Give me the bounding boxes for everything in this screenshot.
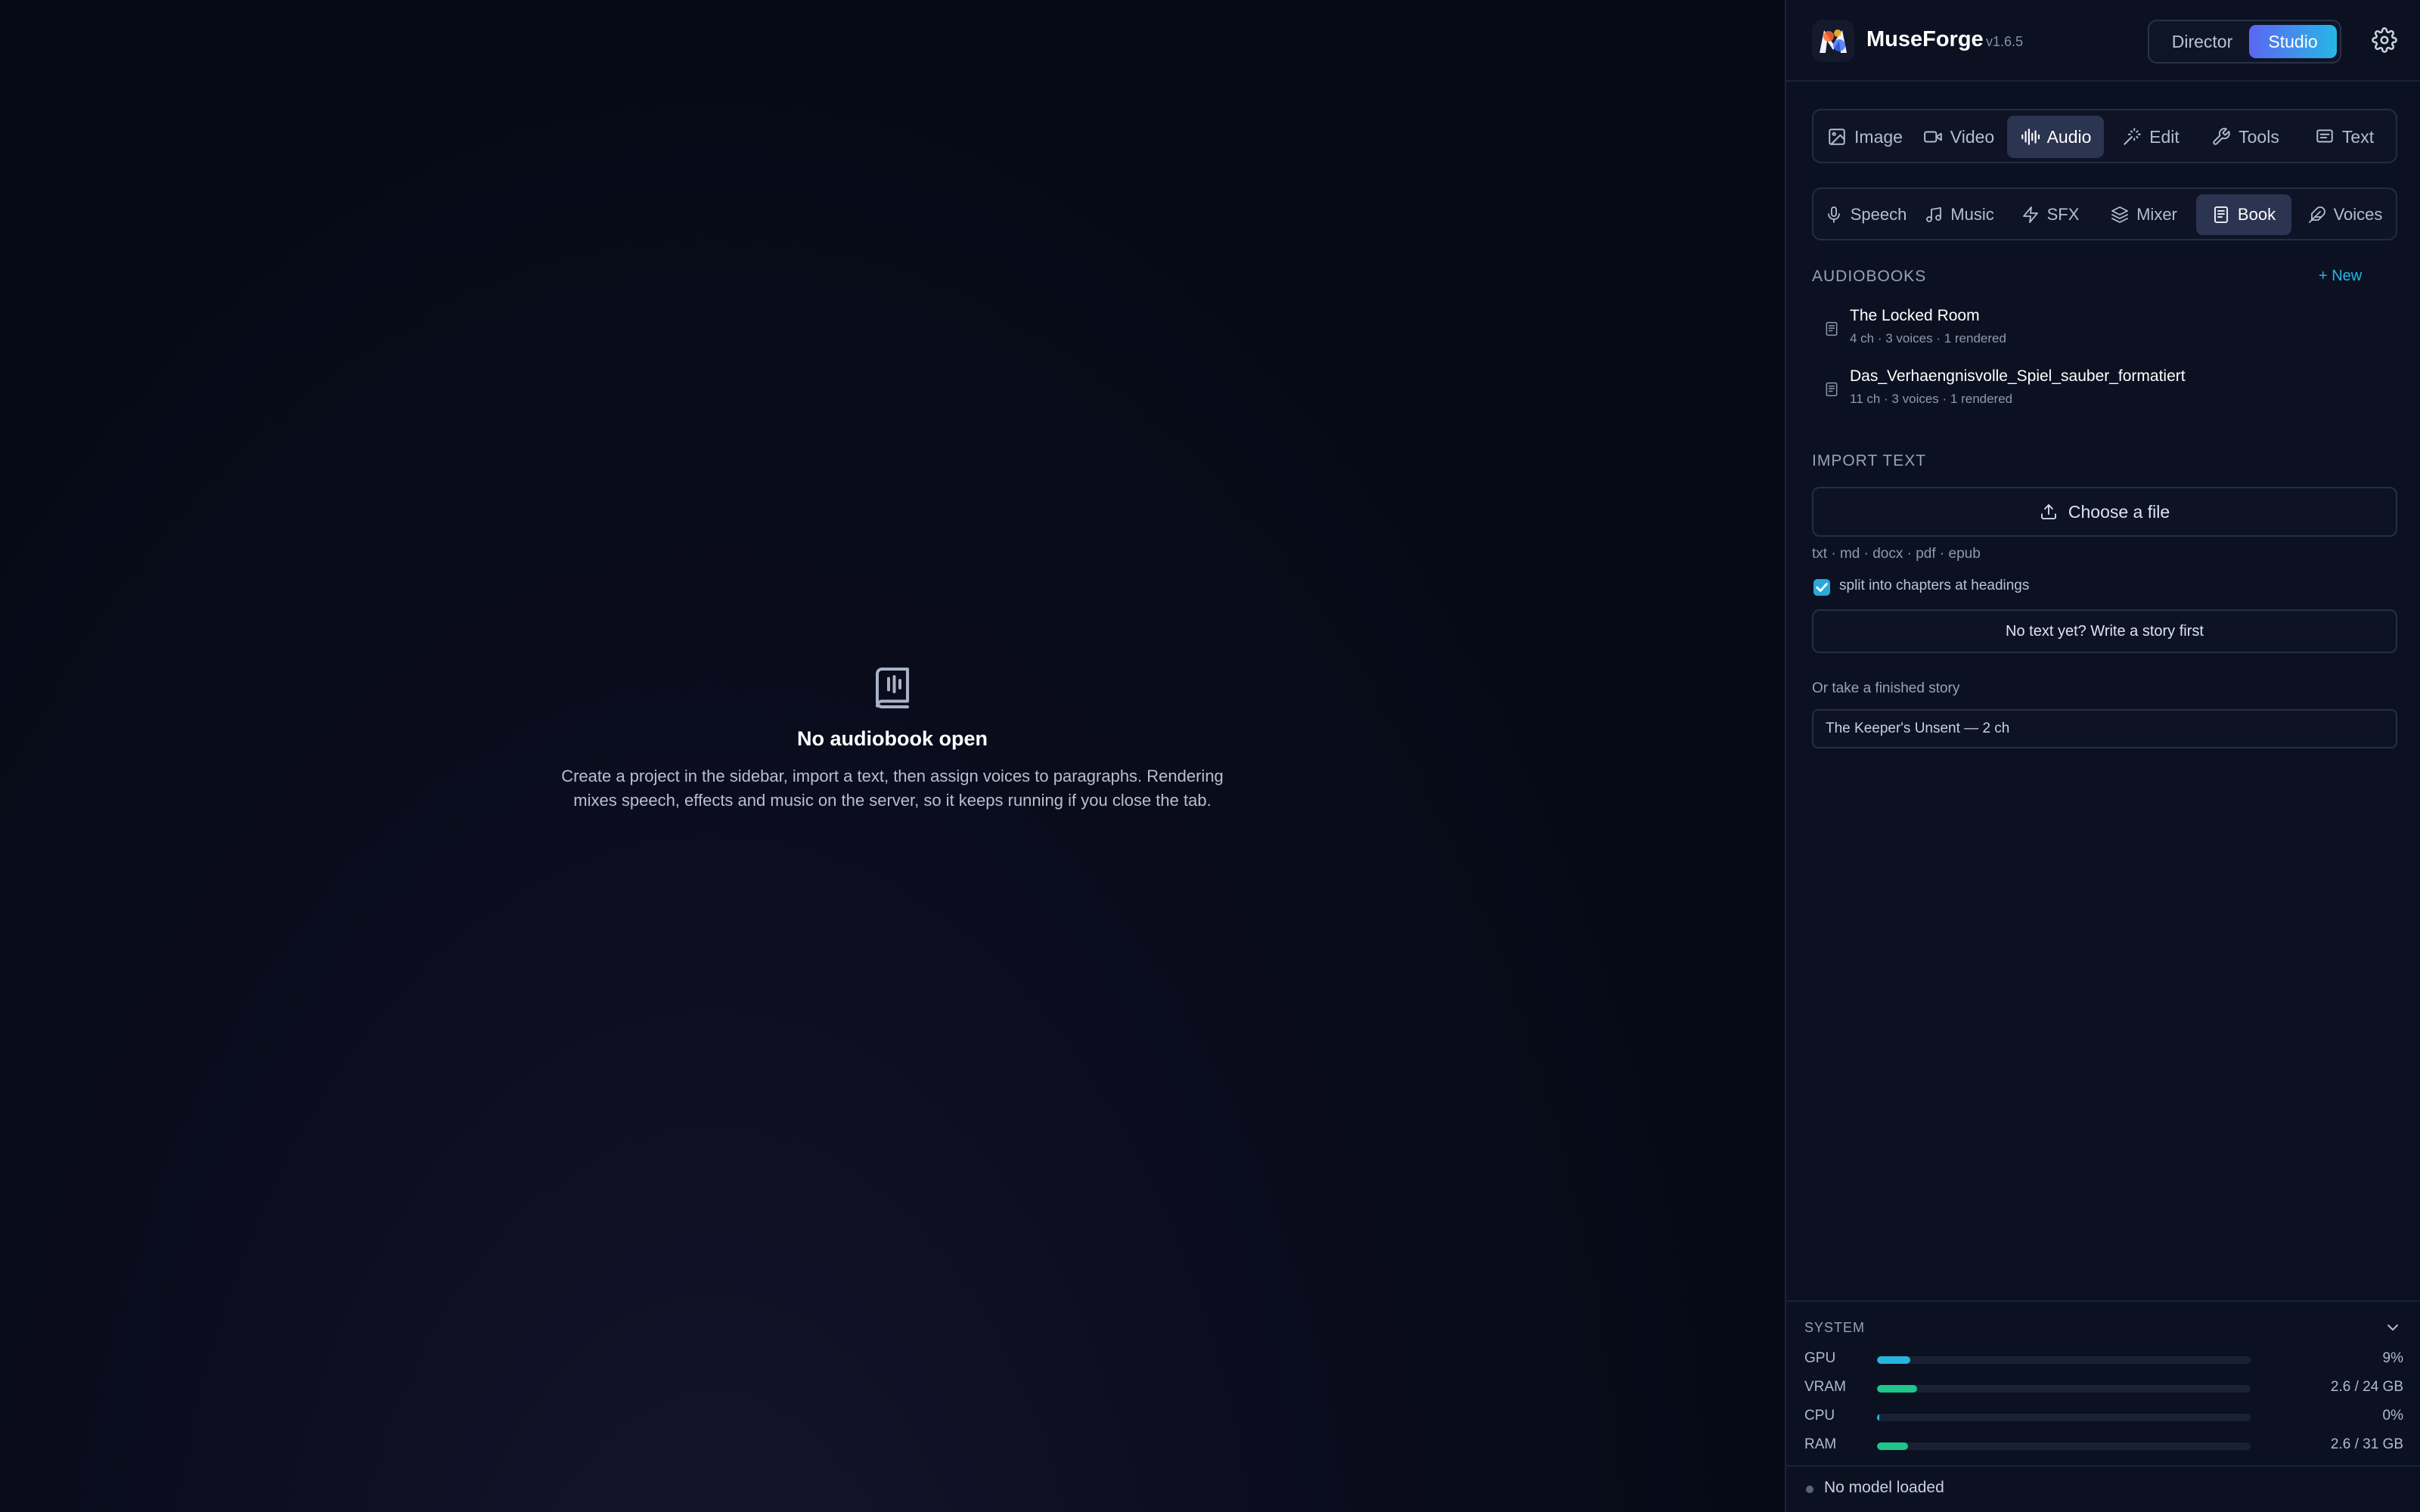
metric-label: GPU	[1804, 1350, 1836, 1366]
video-icon	[1923, 131, 1942, 143]
metric-fill	[1877, 1356, 1911, 1364]
finished-story-label: Or take a finished story	[1812, 680, 1960, 696]
lightning-icon	[2022, 206, 2038, 223]
checkmark-icon	[1816, 583, 1828, 592]
book-icon	[1826, 321, 1838, 336]
system-panel: SYSTEM GPU 9% VRAM 2.6 / 24 GB CPU 0% RA…	[1786, 1300, 2420, 1512]
main-canvas: No audiobook open Create a project in th…	[0, 0, 1785, 1512]
upload-icon	[2040, 504, 2056, 519]
tab-edit-label: Edit	[2149, 126, 2180, 147]
mode-switch: Director Studio	[2148, 20, 2341, 64]
audiobook-title: Das_Verhaengnisvolle_Spiel_sauber_format…	[1850, 367, 2186, 385]
audiobook-meta: 4 ch · 3 voices · 1 rendered	[1850, 331, 2006, 345]
chevron-down-icon[interactable]	[2384, 1318, 2402, 1337]
subtab-sfx[interactable]: SFX	[2009, 194, 2092, 235]
magic-wand-icon	[2124, 128, 2141, 145]
model-status: No model loaded	[1824, 1479, 1944, 1496]
metric-bar	[1877, 1442, 2251, 1450]
tab-video-label: Video	[1950, 126, 1995, 147]
subtab-book[interactable]: Book	[2196, 194, 2291, 235]
subtab-voices-label: Voices	[2333, 205, 2383, 224]
audiobooks-section-label: AUDIOBOOKS	[1812, 268, 1927, 285]
split-chapters-label[interactable]: split into chapters at headings	[1839, 578, 2029, 594]
subtab-mixer-label: Mixer	[2136, 205, 2177, 224]
audiobook-list-item[interactable]: Das_Verhaengnisvolle_Spiel_sauber_format…	[1824, 366, 2384, 411]
subtab-mixer[interactable]: Mixer	[2098, 194, 2190, 235]
app-logo	[1812, 20, 1854, 62]
sidebar: MuseForge v1.6.5 Director Studio Image V…	[1785, 0, 2420, 1512]
metric-value: 2.6 / 31 GB	[2330, 1436, 2403, 1452]
settings-gear-icon[interactable]	[2372, 27, 2397, 53]
tab-audio[interactable]: Audio	[2007, 116, 2104, 158]
book-icon	[2214, 206, 2228, 223]
feather-icon	[2308, 206, 2325, 223]
audio-subtab-bar: Speech Music SFX Mixer Book Voices	[1812, 187, 2397, 240]
divider	[1786, 1465, 2420, 1467]
audiobook-title: The Locked Room	[1850, 307, 1980, 324]
subtab-speech-label: Speech	[1850, 205, 1907, 224]
audiobook-list-item[interactable]: The Locked Room 4 ch · 3 voices · 1 rend…	[1824, 305, 2384, 351]
supported-formats: txt · md · docx · pdf · epub	[1812, 546, 1981, 562]
tab-image[interactable]: Image	[1820, 116, 1910, 158]
metric-fill	[1877, 1385, 1918, 1393]
metric-fill	[1877, 1442, 1909, 1450]
mode-studio-button[interactable]: Studio	[2249, 25, 2337, 58]
waveform-icon	[2021, 129, 2040, 145]
message-icon	[2316, 129, 2333, 143]
subtab-speech[interactable]: Speech	[1820, 194, 1912, 235]
metric-label: CPU	[1804, 1408, 1835, 1424]
music-note-icon	[1926, 207, 1942, 222]
metric-value: 2.6 / 24 GB	[2330, 1379, 2403, 1395]
tab-text[interactable]: Text	[2297, 116, 2391, 158]
tab-audio-label: Audio	[2046, 126, 2092, 147]
metric-label: RAM	[1804, 1436, 1837, 1452]
tab-tools[interactable]: Tools	[2198, 116, 2293, 158]
model-status-dot	[1806, 1486, 1813, 1493]
empty-state: No audiobook open Create a project in th…	[0, 665, 1785, 813]
book-icon	[1826, 382, 1838, 397]
metric-cpu: CPU 0%	[1804, 1408, 2403, 1426]
subtab-voices[interactable]: Voices	[2297, 194, 2393, 235]
app-name: MuseForge	[1866, 27, 1984, 51]
image-icon	[1829, 129, 1845, 145]
metric-vram: VRAM 2.6 / 24 GB	[1804, 1379, 2403, 1397]
system-title: SYSTEM	[1804, 1320, 1866, 1335]
subtab-book-label: Book	[2237, 205, 2276, 224]
subtab-sfx-label: SFX	[2046, 205, 2080, 224]
tab-edit[interactable]: Edit	[2108, 116, 2193, 158]
tab-tools-label: Tools	[2238, 126, 2279, 147]
metric-bar	[1877, 1385, 2251, 1393]
import-section-label: IMPORT TEXT	[1812, 452, 1927, 469]
finished-story-select[interactable]: The Keeper's Unsent — 2 ch	[1812, 709, 2397, 748]
choose-file-button[interactable]: Choose a file	[1812, 487, 2397, 537]
layers-icon	[2111, 206, 2129, 223]
metric-ram: RAM 2.6 / 31 GB	[1804, 1436, 2403, 1455]
mode-director-button[interactable]: Director	[2155, 25, 2249, 58]
audiobook-meta: 11 ch · 3 voices · 1 rendered	[1850, 392, 2013, 406]
app-version: v1.6.5	[1986, 34, 2024, 49]
metric-label: VRAM	[1804, 1379, 1846, 1395]
tab-image-label: Image	[1854, 126, 1903, 147]
write-story-button[interactable]: No text yet? Write a story first	[1812, 609, 2397, 653]
empty-state-description: Create a project in the sidebar, import …	[561, 767, 1224, 810]
microphone-icon	[1827, 206, 1840, 223]
audiobook-icon	[876, 668, 909, 708]
primary-tab-bar: Image Video Audio Edit Tools Text	[1812, 109, 2397, 163]
wrench-icon	[2213, 128, 2230, 145]
metric-bar	[1877, 1414, 2251, 1421]
metric-bar	[1877, 1356, 2251, 1364]
sidebar-header: MuseForge v1.6.5 Director Studio	[1786, 0, 2420, 82]
tab-text-label: Text	[2341, 126, 2375, 147]
choose-file-label: Choose a file	[2068, 501, 2170, 522]
split-chapters-checkbox[interactable]	[1813, 579, 1830, 596]
subtab-music[interactable]: Music	[1916, 194, 2003, 235]
new-audiobook-button[interactable]: + New	[2319, 268, 2362, 285]
metric-gpu: GPU 9%	[1804, 1350, 2403, 1368]
metric-value: 0%	[2382, 1408, 2403, 1424]
tab-video[interactable]: Video	[1915, 116, 2003, 158]
empty-state-title: No audiobook open	[797, 727, 988, 750]
metric-value: 9%	[2382, 1350, 2403, 1366]
subtab-music-label: Music	[1950, 205, 1994, 224]
metric-fill	[1877, 1414, 1879, 1421]
